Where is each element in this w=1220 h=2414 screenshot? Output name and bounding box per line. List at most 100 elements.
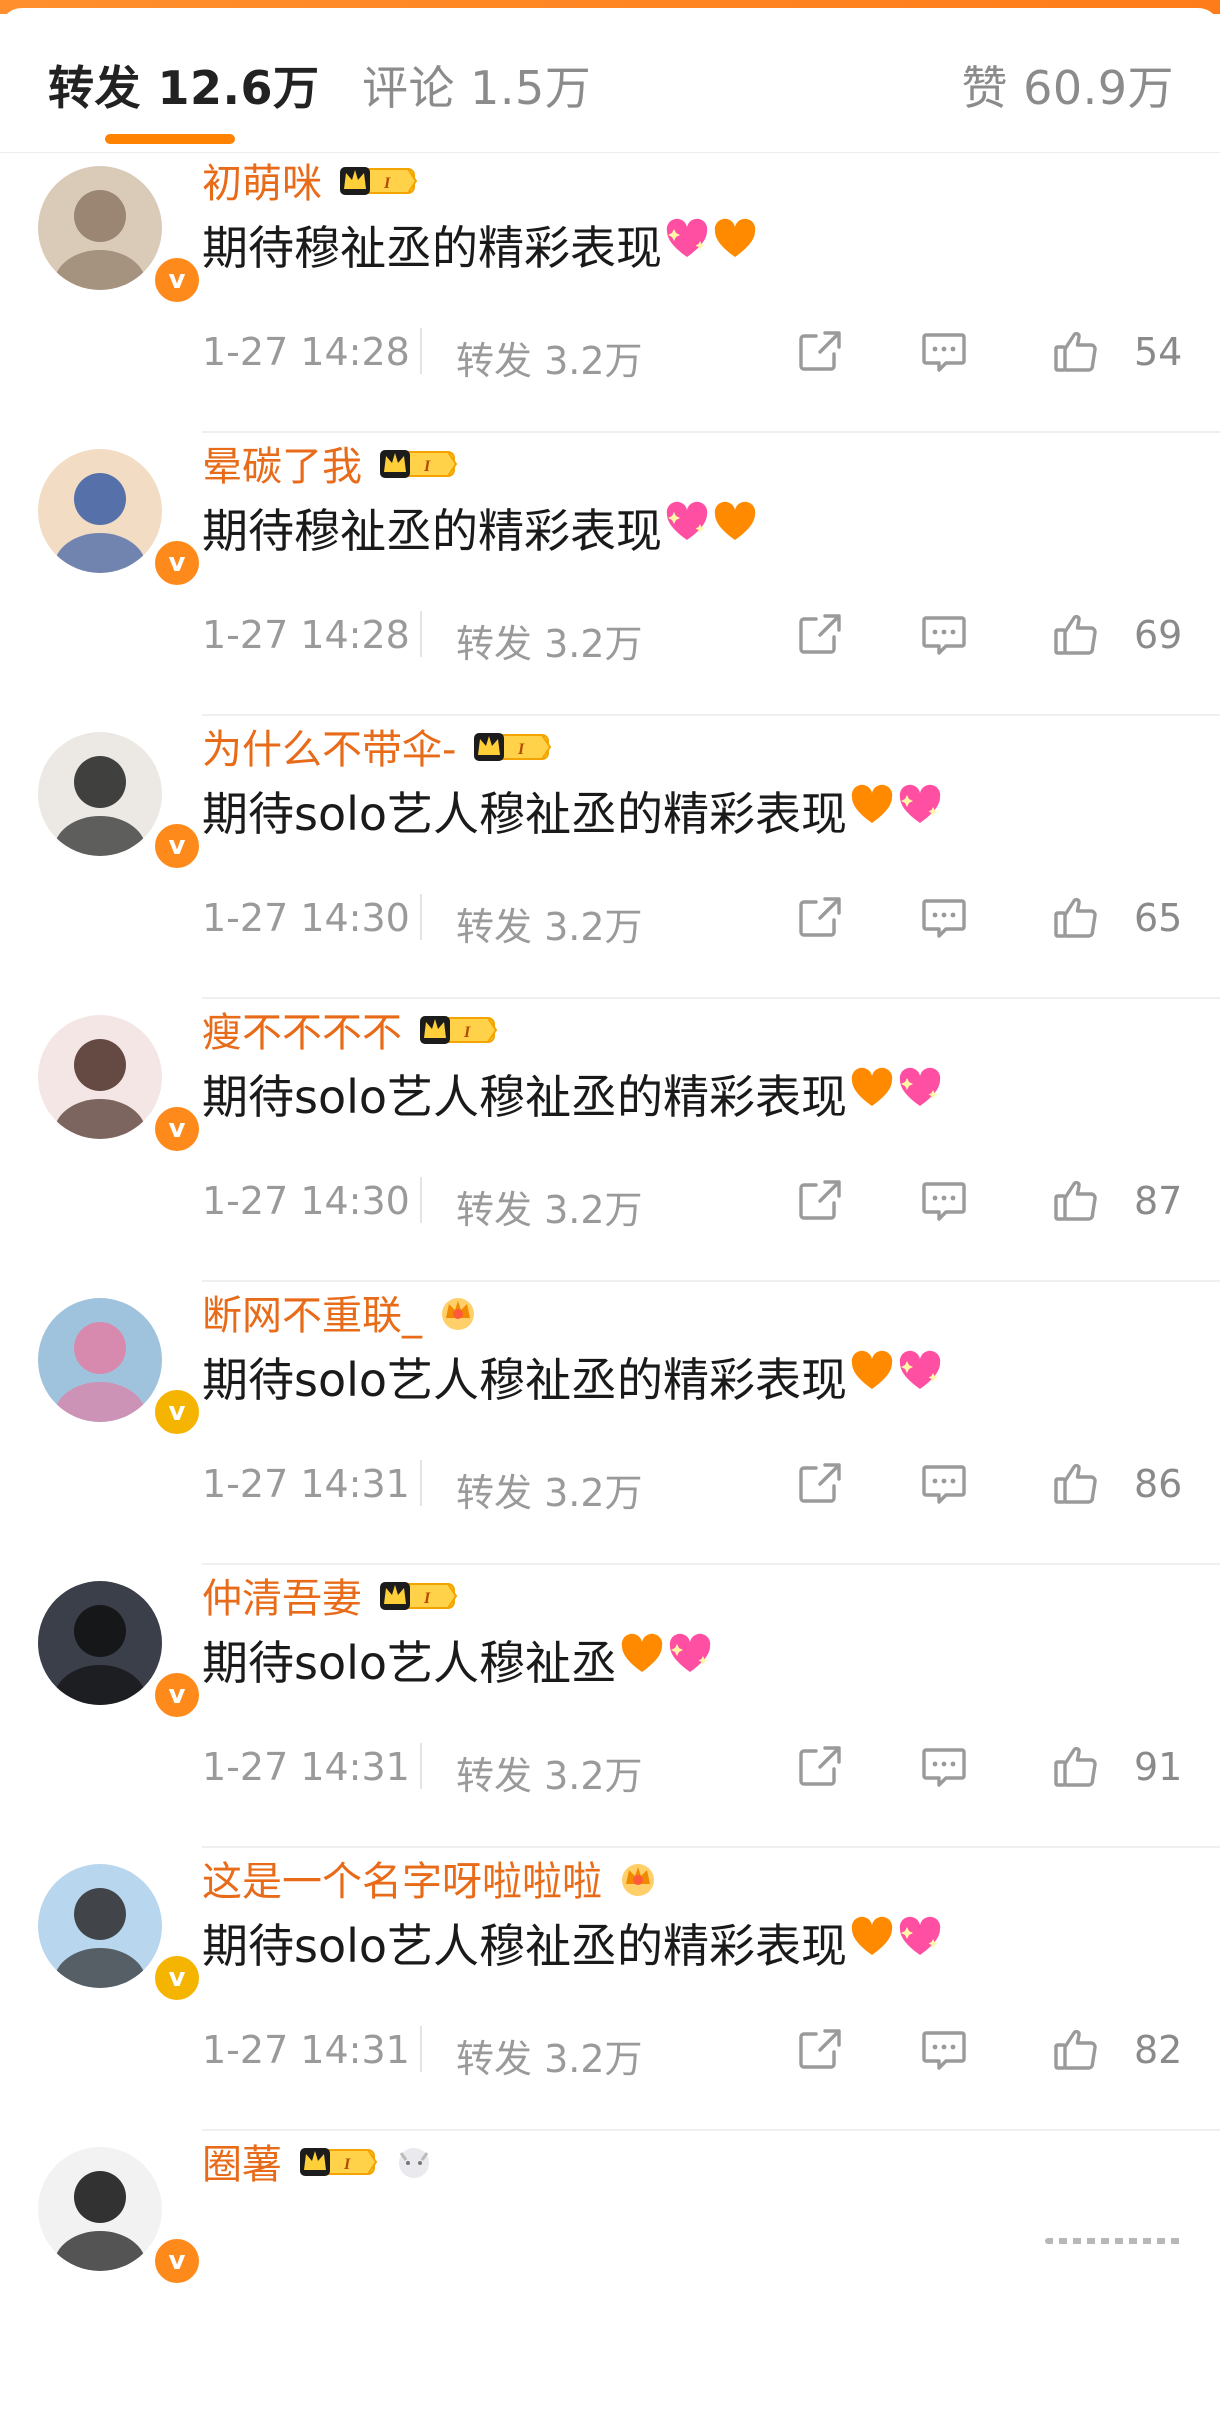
avatar-image	[38, 2147, 162, 2271]
avatar[interactable]: v	[38, 1015, 203, 1155]
divider	[420, 611, 422, 657]
share-icon[interactable]	[796, 1460, 844, 1506]
vip-crown-badge: I	[338, 161, 418, 199]
name-row: 圈薯 I	[202, 2131, 434, 2191]
share-icon[interactable]	[796, 328, 844, 374]
comment-icon[interactable]	[920, 894, 968, 940]
meta-row: 1-27 14:30 转发 3.2万 65	[202, 886, 1182, 949]
share-icon[interactable]	[796, 611, 844, 657]
comment-body: 期待solo艺人穆祉丞的精彩表现	[202, 1919, 848, 1973]
timestamp: 1-27 14:30	[202, 896, 410, 940]
avatar[interactable]: v	[38, 166, 203, 306]
like-count: 86	[1134, 1462, 1183, 1506]
comment-text: 期待穆祉丞的精彩表现	[202, 495, 758, 561]
vip-crown-badge: I	[378, 1576, 458, 1614]
tab-likes[interactable]: 赞 60.9万	[961, 52, 1174, 118]
like-count: 82	[1134, 2028, 1183, 2072]
like-count: 54	[1134, 330, 1183, 374]
timestamp: 1-27 14:30	[202, 1179, 410, 1223]
like-icon[interactable]	[1052, 1177, 1100, 1223]
username[interactable]: 圈薯	[202, 2132, 282, 2190]
username[interactable]: 为什么不带伞-	[202, 717, 456, 775]
tab-repost[interactable]: 转发 12.6万	[48, 52, 320, 118]
avatar[interactable]: v	[38, 1864, 203, 2004]
orange-heart-icon	[849, 1349, 895, 1406]
svg-text:I: I	[517, 741, 525, 758]
home-indicator	[1045, 2238, 1185, 2244]
comment-icon[interactable]	[920, 1460, 968, 1506]
like-icon[interactable]	[1052, 2026, 1100, 2072]
avatar[interactable]: v	[38, 1581, 203, 1721]
repost-count: 转发 3.2万	[456, 1188, 643, 1232]
like-count: 87	[1134, 1179, 1183, 1223]
verified-badge: v	[151, 254, 203, 306]
svg-text:I: I	[423, 1590, 431, 1607]
divider	[420, 2026, 422, 2072]
meta-row: 1-27 14:31 转发 3.2万 82	[202, 2018, 1183, 2081]
username[interactable]: 初萌咪	[202, 151, 322, 209]
vip-crown-badge: I	[298, 2142, 378, 2180]
comment-body: 期待穆祉丞的精彩表现	[202, 504, 662, 558]
tab-comment[interactable]: 评论 1.5万	[362, 52, 591, 118]
like-icon[interactable]	[1052, 1743, 1100, 1789]
divider	[420, 328, 422, 374]
comment-icon[interactable]	[920, 611, 968, 657]
avatar[interactable]: v	[38, 1298, 203, 1438]
share-icon[interactable]	[796, 1743, 844, 1789]
share-icon[interactable]	[796, 2026, 844, 2072]
meta-row: 1-27 14:30 转发 3.2万 87	[202, 1169, 1183, 1232]
verified-badge: v	[151, 2235, 203, 2287]
comment-icon[interactable]	[920, 2026, 968, 2072]
comment-text: 期待solo艺人穆祉丞	[202, 1627, 713, 1693]
verified-badge: v	[151, 1386, 203, 1438]
sparkling-heart-icon	[667, 1632, 713, 1689]
timestamp: 1-27 14:31	[202, 2028, 410, 2072]
orange-heart-icon	[712, 217, 758, 274]
share-icon[interactable]	[796, 1177, 844, 1223]
meta-row: 1-27 14:31 转发 3.2万 91	[202, 1735, 1182, 1798]
verified-badge: v	[151, 820, 203, 872]
name-row: 为什么不带伞- I	[202, 716, 552, 776]
like-icon[interactable]	[1052, 1460, 1100, 1506]
svg-text:I: I	[343, 2156, 351, 2173]
comment-body: 期待solo艺人穆祉丞的精彩表现	[202, 787, 848, 841]
username[interactable]: 瘦不不不不	[202, 1000, 402, 1058]
vip-crown-badge: I	[378, 444, 458, 482]
svg-text:I: I	[383, 175, 391, 192]
comment-text: 期待solo艺人穆祉丞的精彩表现	[202, 1910, 943, 1976]
avatar[interactable]: v	[38, 449, 203, 589]
avatar-image	[38, 1298, 162, 1422]
username[interactable]: 这是一个名字呀啦啦啦	[202, 1849, 602, 1907]
comment-icon[interactable]	[920, 1743, 968, 1789]
vip-crown-badge: I	[418, 1010, 498, 1048]
repost-count: 转发 3.2万	[456, 2037, 643, 2081]
like-icon[interactable]	[1052, 894, 1100, 940]
verified-badge: v	[151, 1952, 203, 2004]
orange-heart-icon	[849, 1066, 895, 1123]
svg-text:I: I	[423, 458, 431, 475]
cat-face-icon	[394, 2141, 434, 2181]
repost-count: 转发 3.2万	[456, 1471, 643, 1515]
repost-count: 转发 3.2万	[456, 1754, 643, 1798]
avatar[interactable]: v	[38, 732, 203, 872]
comment-icon[interactable]	[920, 1177, 968, 1223]
avatar[interactable]: v	[38, 2147, 203, 2287]
comment-text: 期待solo艺人穆祉丞的精彩表现	[202, 778, 943, 844]
username[interactable]: 晕碳了我	[202, 434, 362, 492]
username[interactable]: 断网不重联_	[202, 1283, 422, 1341]
repost-item: v 初萌咪 I 期待穆祉丞的精彩表现 1-27 14:28 转发 3.2万 54	[0, 150, 1220, 433]
like-icon[interactable]	[1052, 328, 1100, 374]
name-row: 断网不重联_	[202, 1282, 478, 1342]
divider	[420, 1177, 422, 1223]
like-icon[interactable]	[1052, 611, 1100, 657]
comment-icon[interactable]	[920, 328, 968, 374]
crown-icon	[618, 1858, 658, 1898]
comment-body: 期待solo艺人穆祉丞的精彩表现	[202, 1070, 848, 1124]
repost-count: 转发 3.2万	[456, 339, 643, 383]
timestamp: 1-27 14:31	[202, 1462, 410, 1506]
repost-item: v 断网不重联_ 期待solo艺人穆祉丞的精彩表现 1-27 14:31 转发 …	[0, 1282, 1220, 1565]
share-icon[interactable]	[796, 894, 844, 940]
username[interactable]: 仲清吾妻	[202, 1566, 362, 1624]
avatar-image	[38, 1581, 162, 1705]
timestamp: 1-27 14:28	[202, 613, 410, 657]
